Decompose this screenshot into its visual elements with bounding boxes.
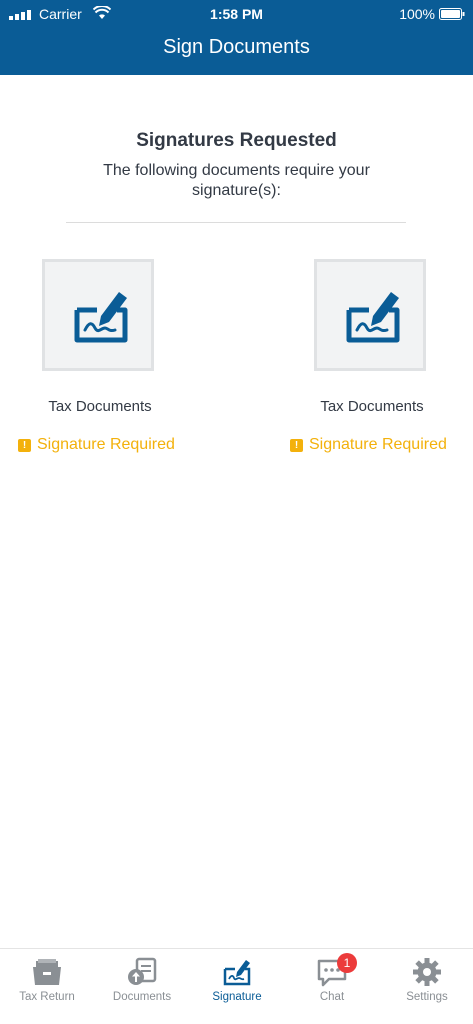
- tab-tax-return[interactable]: Tax Return: [0, 949, 94, 1009]
- warning-icon: !: [290, 438, 303, 452]
- tab-bar: Tax Return Documents Signature 1 Chat Se…: [0, 948, 473, 1024]
- tab-label: Documents: [112, 991, 172, 1003]
- document-upload-icon: [128, 957, 157, 985]
- document-status: ! Signature Required: [290, 436, 447, 454]
- signature-icon: [223, 960, 251, 986]
- tab-settings[interactable]: Settings: [380, 949, 473, 1009]
- folder-icon: [33, 959, 61, 985]
- status-text: Signature Required: [309, 436, 447, 453]
- tab-label: Signature: [212, 991, 262, 1003]
- status-text: Signature Required: [37, 436, 175, 453]
- battery-percent: 100%: [399, 6, 435, 22]
- tab-label: Chat: [319, 991, 345, 1003]
- sign-documents-screen: Carrier 1:58 PM 100% Sign Documents Sign…: [0, 0, 473, 1024]
- document-card[interactable]: Tax Documents ! Signature Required: [282, 258, 462, 468]
- document-name: Tax Documents: [48, 398, 152, 415]
- document-thumbnail[interactable]: [42, 259, 154, 371]
- gear-icon: [413, 958, 441, 986]
- tab-label: Tax Return: [19, 991, 75, 1003]
- page-title: Sign Documents: [163, 36, 310, 58]
- document-name: Tax Documents: [320, 398, 424, 415]
- document-status: ! Signature Required: [18, 436, 175, 454]
- warning-icon: !: [18, 438, 31, 452]
- section-title: Signatures Requested: [136, 130, 337, 151]
- tab-chat[interactable]: 1 Chat: [285, 949, 379, 1009]
- document-card[interactable]: Tax Documents ! Signature Required: [10, 258, 190, 468]
- tab-documents[interactable]: Documents: [95, 949, 189, 1009]
- divider: [66, 222, 406, 223]
- signature-icon: [74, 292, 128, 343]
- chat-badge: 1: [337, 953, 357, 973]
- tab-label: Settings: [406, 991, 448, 1003]
- tab-signature[interactable]: Signature: [190, 949, 284, 1009]
- document-thumbnail[interactable]: [314, 259, 426, 371]
- status-bar: Carrier 1:58 PM 100%: [0, 0, 473, 28]
- section-subtitle: The following documents require your sig…: [103, 162, 370, 199]
- battery-icon: [439, 8, 465, 20]
- header: Carrier 1:58 PM 100% Sign Documents: [0, 0, 473, 75]
- signature-icon: [346, 292, 400, 343]
